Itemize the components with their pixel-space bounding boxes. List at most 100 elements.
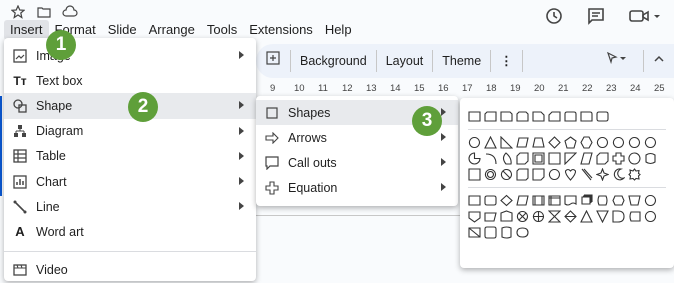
shape-option[interactable]: [644, 136, 657, 149]
shape-option[interactable]: [516, 136, 529, 149]
menu-insert[interactable]: Insert: [4, 20, 49, 40]
camera-icon[interactable]: [628, 6, 662, 31]
shape-option[interactable]: [516, 152, 529, 165]
shape-option[interactable]: [595, 167, 610, 182]
shape-option[interactable]: [612, 194, 625, 207]
shape-option[interactable]: [564, 210, 577, 223]
insert-line-item[interactable]: Line: [4, 194, 256, 219]
shape-option[interactable]: [547, 210, 562, 223]
insert-video-item[interactable]: Video: [4, 258, 256, 283]
shape-option[interactable]: [468, 210, 481, 223]
shape-option[interactable]: [644, 152, 657, 165]
shape-option[interactable]: [564, 152, 578, 166]
shape-option[interactable]: [612, 152, 625, 165]
shape-option[interactable]: [564, 194, 577, 207]
shape-option[interactable]: [612, 210, 625, 223]
shape-option[interactable]: [612, 136, 625, 149]
background-button[interactable]: Background: [291, 50, 377, 72]
shape-option[interactable]: [532, 110, 545, 123]
shape-option[interactable]: [468, 136, 481, 149]
shape-option[interactable]: [468, 152, 481, 165]
shape-option[interactable]: [612, 168, 626, 181]
shape-option[interactable]: [500, 210, 513, 223]
shape-option[interactable]: [596, 210, 609, 224]
layout-button[interactable]: Layout: [377, 50, 434, 72]
callouts-item[interactable]: Call outs: [256, 150, 458, 175]
shape-option[interactable]: [484, 135, 497, 149]
shape-option[interactable]: [500, 226, 513, 239]
menu-extensions[interactable]: Extensions: [243, 20, 319, 40]
shape-option[interactable]: [596, 110, 609, 123]
insert-image-item[interactable]: Image: [4, 43, 256, 68]
shape-option[interactable]: [596, 136, 609, 149]
shape-option[interactable]: [484, 226, 497, 239]
insert-word-art-item[interactable]: A Word art: [4, 219, 256, 244]
shape-option[interactable]: [580, 152, 593, 165]
comment-icon[interactable]: [586, 6, 606, 31]
shape-option[interactable]: [580, 209, 593, 223]
shape-option[interactable]: [532, 168, 545, 181]
shape-option[interactable]: [580, 194, 593, 207]
shape-option[interactable]: [548, 168, 561, 181]
insert-diagram-item[interactable]: Diagram: [4, 119, 256, 144]
shape-option[interactable]: [500, 135, 514, 149]
shape-option[interactable]: [628, 152, 641, 165]
shape-option[interactable]: [532, 152, 545, 165]
shape-option[interactable]: [468, 226, 481, 239]
collapse-toolbar-icon[interactable]: [644, 50, 674, 72]
shape-option[interactable]: [548, 152, 561, 165]
insert-table-item[interactable]: Table: [4, 144, 256, 169]
select-cursor-icon[interactable]: [597, 50, 644, 72]
shape-option[interactable]: [516, 168, 529, 181]
insert-text-box-item[interactable]: Tт Text box: [4, 68, 256, 93]
menu-help[interactable]: Help: [319, 20, 358, 40]
shape-option[interactable]: [500, 194, 513, 207]
shape-option[interactable]: [628, 194, 641, 207]
shape-option[interactable]: [532, 194, 545, 207]
history-icon[interactable]: [544, 6, 564, 31]
move-to-folder-icon[interactable]: [36, 4, 52, 20]
shape-option[interactable]: [564, 136, 577, 149]
shape-option[interactable]: [644, 210, 657, 223]
shape-option[interactable]: [564, 110, 577, 123]
shape-option[interactable]: [484, 152, 497, 165]
shape-option[interactable]: [500, 168, 513, 181]
theme-button[interactable]: Theme: [433, 50, 492, 72]
shape-option[interactable]: [468, 194, 481, 207]
shape-option[interactable]: [516, 226, 529, 239]
shape-option[interactable]: [484, 110, 497, 123]
menu-arrange[interactable]: Arrange: [143, 20, 201, 40]
menu-slide[interactable]: Slide: [102, 20, 143, 40]
shape-option[interactable]: [628, 136, 641, 149]
new-slide-icon[interactable]: [256, 50, 291, 72]
shape-option[interactable]: [500, 110, 513, 123]
shape-option[interactable]: [532, 136, 545, 149]
shape-option[interactable]: [596, 194, 609, 207]
more-options-icon[interactable]: ⋮: [491, 50, 523, 72]
shape-option[interactable]: [644, 194, 657, 207]
star-icon[interactable]: [10, 4, 26, 20]
shape-option[interactable]: [628, 168, 641, 181]
equation-item[interactable]: Equation: [256, 175, 458, 200]
shape-option[interactable]: [500, 152, 513, 165]
shape-option[interactable]: [548, 136, 561, 149]
menu-tools[interactable]: Tools: [201, 20, 243, 40]
shape-option[interactable]: [484, 210, 497, 223]
shape-option[interactable]: [484, 168, 497, 181]
shape-option[interactable]: [628, 210, 641, 223]
shape-option[interactable]: [596, 152, 609, 165]
insert-chart-item[interactable]: Chart: [4, 169, 256, 194]
shape-option[interactable]: [516, 210, 529, 223]
shape-option[interactable]: [580, 136, 593, 149]
shape-option[interactable]: [564, 168, 577, 181]
shape-option[interactable]: [516, 110, 529, 123]
shape-option[interactable]: [548, 194, 561, 207]
shape-option[interactable]: [580, 168, 593, 181]
shape-option[interactable]: [532, 210, 545, 223]
shape-option[interactable]: [468, 168, 481, 181]
shape-option[interactable]: [468, 110, 481, 123]
shape-option[interactable]: [580, 110, 593, 123]
shape-option[interactable]: [548, 110, 561, 123]
cloud-status-icon[interactable]: [62, 4, 78, 20]
shape-option[interactable]: [516, 194, 529, 207]
